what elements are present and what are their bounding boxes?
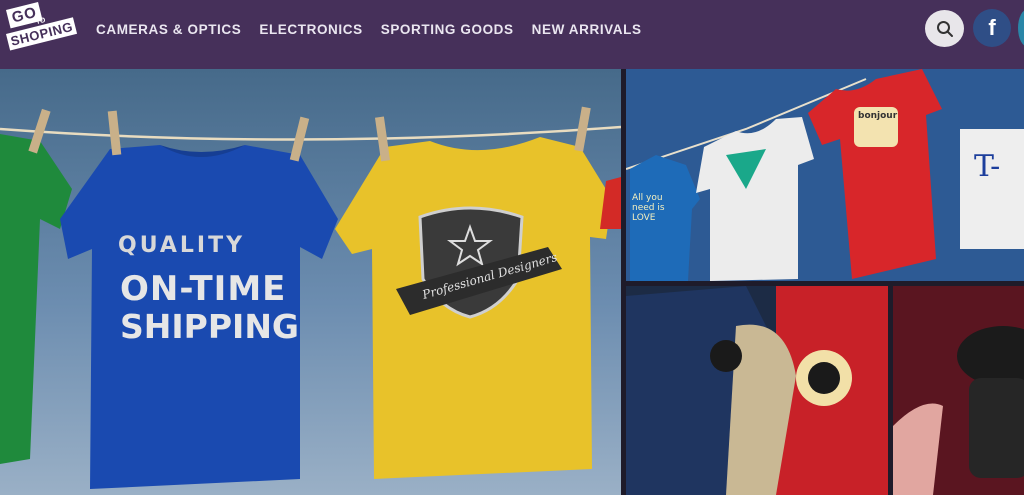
tile-tshirt-badge-text: bonjour	[858, 111, 898, 121]
hero-shirt-text-on-time: ON-TIME	[120, 269, 287, 309]
tile-tshirt-sign-text: T-	[974, 149, 1001, 184]
tile-tshirt-blue-text: All you need is LOVE	[632, 193, 665, 223]
promo-tile-boots[interactable]	[893, 286, 1024, 495]
nav-item-electronics[interactable]: ELECTRONICS	[259, 22, 362, 37]
hero-banner-image[interactable]: QUALITY ON-TIME SHIPPING Professional De…	[0, 69, 621, 495]
clothesline-illustration	[0, 106, 621, 489]
nav-item-new-arrivals[interactable]: NEW ARRIVALS	[532, 22, 642, 37]
search-button[interactable]	[925, 10, 964, 47]
hero-shirt-text-quality: QUALITY	[118, 233, 246, 258]
jackets-illustration	[626, 286, 888, 495]
facebook-button[interactable]: f	[973, 9, 1011, 47]
facebook-icon: f	[988, 15, 996, 40]
main-menu: CAMERAS & OPTICS ELECTRONICS SPORTING GO…	[96, 22, 660, 37]
search-icon	[936, 20, 953, 37]
tshirts-illustration	[626, 69, 1024, 281]
boots-illustration	[893, 326, 1024, 495]
promo-tile-jackets[interactable]	[626, 286, 888, 495]
site-logo[interactable]: GO TO SHOPING	[6, 1, 78, 56]
social-button-partial[interactable]	[1018, 9, 1024, 47]
nav-item-sporting-goods[interactable]: SPORTING GOODS	[381, 22, 514, 37]
promo-tile-tshirts[interactable]: bonjour All you need is LOVE T-	[626, 69, 1024, 281]
top-navigation-bar: GO TO SHOPING CAMERAS & OPTICS ELECTRONI…	[0, 0, 1024, 69]
nav-item-cameras-optics[interactable]: CAMERAS & OPTICS	[96, 22, 241, 37]
hero-shirt-text-shipping: SHIPPING	[120, 307, 300, 346]
